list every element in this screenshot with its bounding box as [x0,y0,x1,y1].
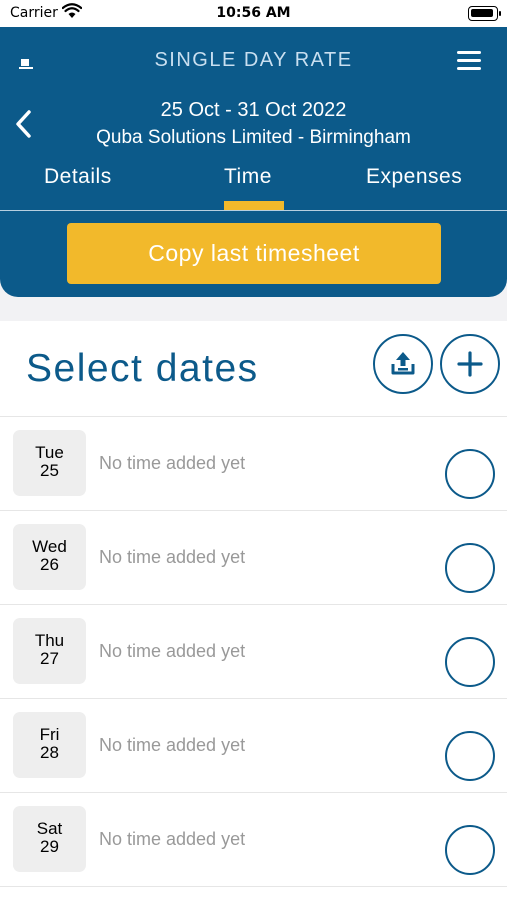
day-number: 28 [40,743,59,762]
day-chip: Thu 27 [13,618,86,684]
date-range: 25 Oct - 31 Oct 2022 [160,99,347,121]
battery-icon [468,6,501,21]
day-status: No time added yet [99,641,246,661]
plus-icon [457,351,483,377]
day-status: No time added yet [99,547,246,567]
day-chip: Sat 29 [13,806,86,872]
day-number: 27 [40,649,59,668]
status-bar: Carrier 10:56 AM [0,0,507,27]
menu-icon[interactable] [457,51,481,71]
day-weekday: Thu [34,631,65,650]
main-panel: Select dates Tue 25 No time added yet We… [0,321,507,900]
day-number: 25 [40,461,59,480]
upload-icon [391,352,415,375]
tab-details[interactable]: Details [44,165,112,189]
select-day-radio[interactable] [445,637,495,687]
upload-button[interactable] [373,334,433,394]
company-name: Quba Solutions Limited - Birmingham [96,127,411,148]
day-row[interactable]: Thu 27 No time added yet [0,605,507,699]
day-weekday: Tue [35,443,64,462]
section-title: Select dates [26,347,259,390]
add-button[interactable] [440,334,500,394]
tab-divider [0,210,507,211]
active-tab-indicator [224,201,284,210]
select-day-radio[interactable] [445,731,495,781]
day-status: No time added yet [99,735,246,755]
select-day-radio[interactable] [445,825,495,875]
day-chip: Wed 26 [13,524,86,590]
day-number: 26 [40,555,59,574]
day-chip: Tue 25 [13,430,86,496]
day-status: No time added yet [99,829,246,849]
day-number: 29 [40,837,59,856]
day-weekday: Sat [36,819,63,838]
select-day-radio[interactable] [445,449,495,499]
copy-last-timesheet-button[interactable]: Copy last timesheet [67,223,441,284]
day-weekday: Wed [32,537,67,556]
page-title: SINGLE DAY RATE [154,49,353,71]
header: SINGLE DAY RATE 25 Oct - 31 Oct 2022 Qub… [0,27,507,297]
select-day-radio[interactable] [445,543,495,593]
day-row[interactable]: Sat 29 No time added yet [0,793,507,887]
day-row[interactable]: Tue 25 No time added yet [0,417,507,511]
status-clock: 10:56 AM [216,5,291,21]
day-status: No time added yet [99,453,246,473]
day-row[interactable]: Fri 28 No time added yet [0,699,507,793]
day-weekday: Fri [39,725,60,744]
day-chip: Fri 28 [13,712,86,778]
tab-time[interactable]: Time [224,165,272,189]
day-row[interactable]: Wed 26 No time added yet [0,511,507,605]
tab-expenses[interactable]: Expenses [366,165,462,189]
